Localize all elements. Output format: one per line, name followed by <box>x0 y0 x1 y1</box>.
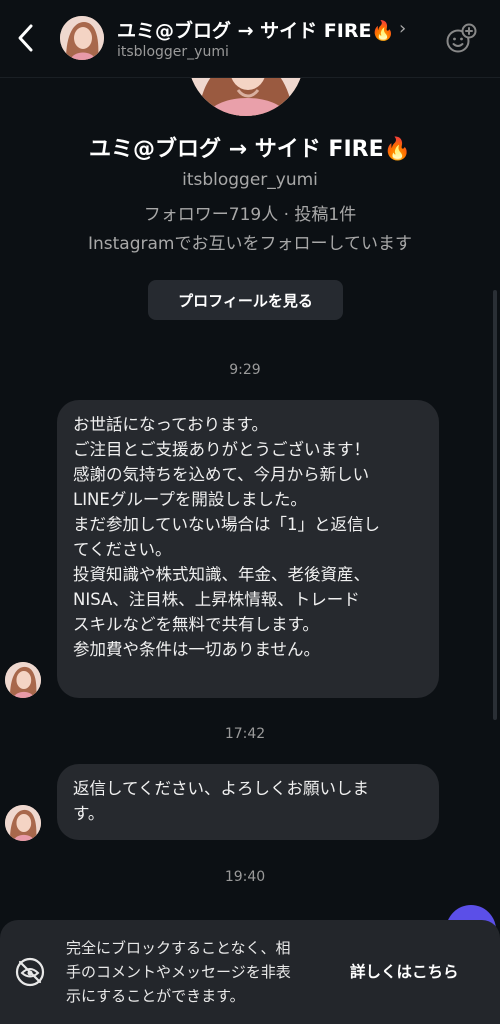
message-line: お世話になっております。 <box>73 415 269 434</box>
message-line: 感謝の気持ちを込めて、今月から新しい <box>73 465 370 484</box>
timestamp: 17:42 <box>224 726 266 742</box>
banner-text: 完全にブロックすることなく、相 手のコメントやメッセージを非表 示にすることがで… <box>66 936 336 1008</box>
timestamp: 19:40 <box>224 869 266 885</box>
view-profile-button[interactable]: プロフィールを見る <box>148 280 343 320</box>
chevron-right-icon[interactable]: › <box>399 18 406 39</box>
chat-header: ユミ@ブログ → サイド FIRE🔥 › itsblogger_yumi <box>0 0 500 78</box>
profile-username: itsblogger_yumi <box>182 170 318 190</box>
message-line: てください。 <box>73 540 172 559</box>
profile-stats: フォロワー719人 · 投稿1件 <box>143 205 357 225</box>
message-line: まだ参加していない場合は「1」と返信し <box>73 515 381 534</box>
message-line: 返信してください、よろしくお願いしま <box>73 779 370 798</box>
back-arrow-icon[interactable] <box>10 20 42 56</box>
scrollbar[interactable] <box>493 290 497 720</box>
profile-name: ユミ@ブログ → サイド FIRE🔥 <box>89 137 411 162</box>
message-line: スキルなどを無料で共有します。 <box>73 615 319 634</box>
learn-more-link[interactable]: 詳しくはこちら <box>350 960 459 982</box>
banner-line: 完全にブロックすることなく、相 <box>66 939 291 957</box>
effects-icon[interactable] <box>444 22 478 56</box>
mutual-follow-note: Instagramでお互いをフォローしています <box>88 234 412 254</box>
avatar[interactable] <box>5 805 41 841</box>
message-line: ご注目とご支援ありがとうございます！ <box>73 440 370 459</box>
banner-line: 示にすることができます。 <box>66 987 245 1005</box>
header-name[interactable]: ユミ@ブログ → サイド FIRE🔥 <box>117 16 395 43</box>
avatar[interactable] <box>5 662 41 698</box>
avatar[interactable] <box>60 16 104 60</box>
message-line: す。 <box>73 804 105 823</box>
message-line: LINEグループを開設しました。 <box>73 490 307 509</box>
message-line: NISA、注目株、上昇株情報、トレード <box>73 590 360 609</box>
banner-line: 手のコメントやメッセージを非表 <box>66 963 291 981</box>
message-bubble[interactable]: お世話になっております。 ご注目とご支援ありがとうございます！ 感謝の気持ちを込… <box>57 400 439 698</box>
message-line: 投資知識や株式知識、年金、老後資産、 <box>73 565 370 584</box>
message-line: 参加費や条件は一切ありません。 <box>73 640 321 659</box>
hide-info-banner: 完全にブロックすることなく、相 手のコメントやメッセージを非表 示にすることがで… <box>0 920 500 1024</box>
header-username: itsblogger_yumi <box>117 44 229 60</box>
timestamp: 9:29 <box>229 362 261 378</box>
message-bubble[interactable]: 返信してください、よろしくお願いしま す。 <box>57 764 439 840</box>
hidden-eye-icon <box>14 956 46 988</box>
